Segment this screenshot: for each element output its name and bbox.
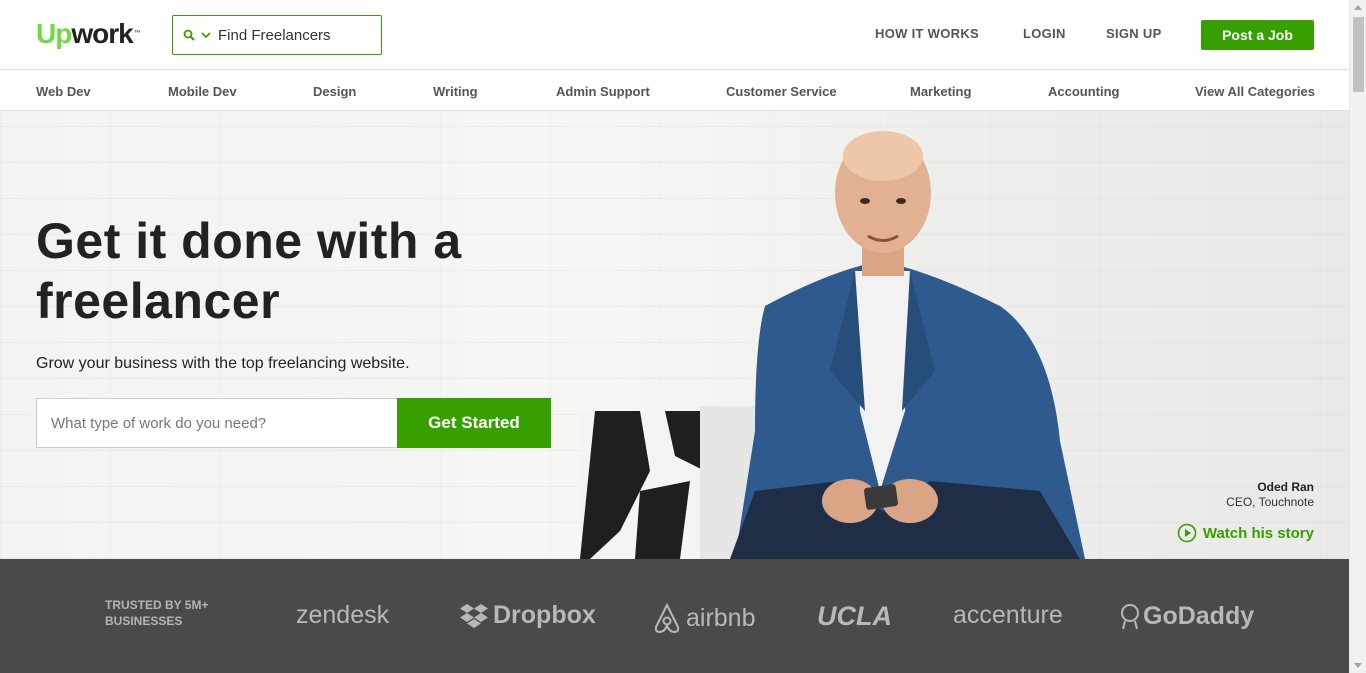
testimonial-role: CEO, Touchnote — [1226, 495, 1314, 509]
category-accounting[interactable]: Accounting — [1048, 84, 1120, 99]
post-a-job-button[interactable]: Post a Job — [1201, 20, 1314, 50]
logo-trademark: ™ — [133, 30, 141, 37]
watch-story-link[interactable]: Watch his story — [1177, 523, 1314, 543]
get-started-button[interactable]: Get Started — [397, 398, 551, 448]
sign-up-link[interactable]: SIGN UP — [1106, 26, 1162, 41]
brand-airbnb-text: airbnb — [686, 603, 756, 632]
category-design[interactable]: Design — [313, 84, 356, 99]
top-header: Upwork™ Find Freelancers HOW IT WORKS LO… — [0, 0, 1349, 70]
hero-title: Get it done with a freelancer — [36, 213, 462, 329]
brand-zendesk-logo: zendesk — [296, 601, 389, 630]
upwork-home-page: Upwork™ Find Freelancers HOW IT WORKS LO… — [0, 0, 1349, 673]
how-it-works-link[interactable]: HOW IT WORKS — [875, 26, 979, 41]
dropbox-icon — [460, 603, 488, 628]
brand-godaddy-logo: GoDaddy — [1119, 601, 1254, 631]
category-marketing[interactable]: Marketing — [910, 84, 971, 99]
testimonial-name: Oded Ran — [1257, 480, 1314, 494]
brand-airbnb-logo: airbnb — [652, 601, 756, 635]
chevron-down-icon[interactable] — [200, 29, 212, 41]
hero-subtitle: Grow your business with the top freelanc… — [36, 355, 410, 372]
search-scope-label: Find Freelancers — [218, 26, 331, 44]
trusted-by-label: TRUSTED BY 5M+ BUSINESSES — [105, 598, 209, 628]
category-writing[interactable]: Writing — [433, 84, 478, 99]
hero-section: Get it done with a freelancer Grow your … — [0, 111, 1349, 559]
find-freelancers-search[interactable]: Find Freelancers — [172, 15, 382, 55]
scroll-down-arrow[interactable] — [1354, 663, 1362, 668]
category-bar: Web Dev Mobile Dev Design Writing Admin … — [0, 71, 1349, 111]
brand-dropbox-text: Dropbox — [493, 601, 596, 629]
search-icon — [183, 29, 195, 41]
category-view-all[interactable]: View All Categories — [1195, 84, 1315, 99]
logo-work: work — [71, 18, 133, 49]
brand-ucla-logo: UCLA — [817, 601, 892, 632]
play-circle-icon — [1177, 523, 1197, 543]
category-web-dev[interactable]: Web Dev — [36, 84, 91, 99]
trusted-by-strip: TRUSTED BY 5M+ BUSINESSES zendesk Dropbo… — [0, 559, 1349, 673]
brand-accenture-text: accenture — [953, 601, 1063, 629]
upwork-logo[interactable]: Upwork™ — [36, 18, 141, 50]
watch-story-label: Watch his story — [1202, 524, 1314, 542]
category-customer-service[interactable]: Customer Service — [726, 84, 837, 99]
hero-person-image — [580, 131, 1085, 559]
brand-zendesk-text: zendesk — [296, 601, 390, 629]
brand-godaddy-text: GoDaddy — [1143, 601, 1255, 630]
vertical-scrollbar[interactable] — [1349, 0, 1366, 673]
godaddy-icon — [1121, 604, 1139, 630]
category-admin-support[interactable]: Admin Support — [556, 84, 650, 99]
work-type-input[interactable] — [36, 398, 398, 448]
login-link[interactable]: LOGIN — [1023, 26, 1066, 41]
logo-up: Up — [36, 18, 72, 49]
brand-accenture-logo: accenture — [953, 601, 1063, 630]
airbnb-icon — [654, 602, 680, 634]
scroll-up-arrow[interactable] — [1354, 5, 1362, 10]
brand-ucla-text: UCLA — [817, 601, 892, 631]
scrollbar-thumb[interactable] — [1353, 17, 1364, 92]
category-mobile-dev[interactable]: Mobile Dev — [168, 84, 237, 99]
brand-dropbox-logo: Dropbox — [459, 601, 596, 630]
